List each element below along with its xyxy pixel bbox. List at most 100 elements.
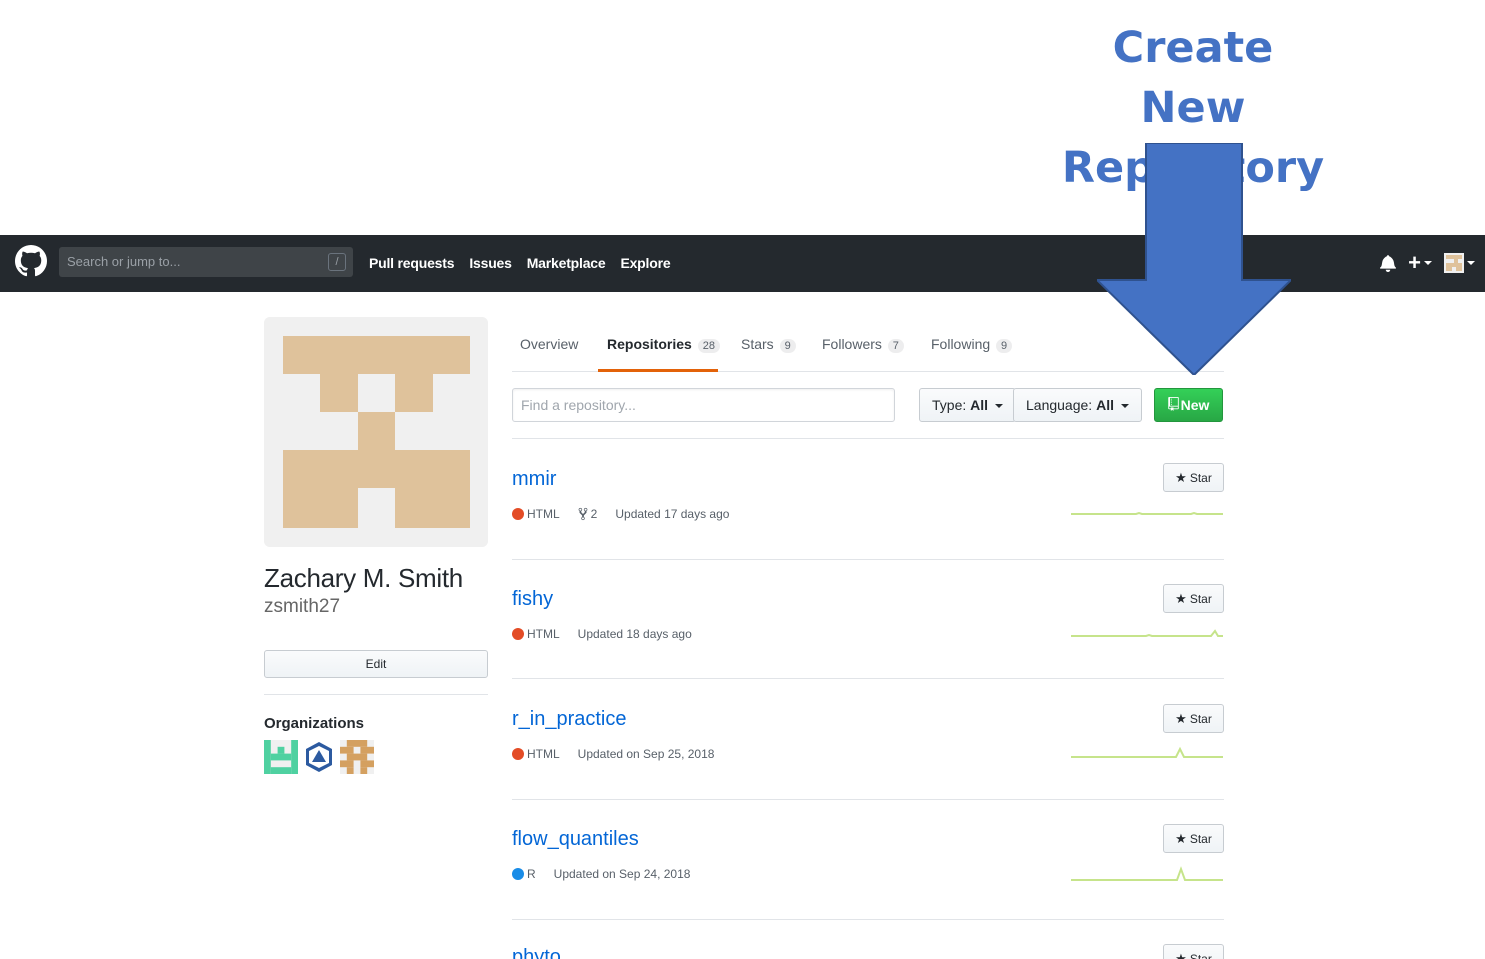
star-button[interactable]: ★ Star [1163, 463, 1224, 492]
language-color-dot [512, 868, 524, 880]
notifications-bell-icon[interactable] [1380, 254, 1397, 272]
repo-forks-link[interactable]: 2 [578, 507, 598, 521]
tab-counter: 9 [779, 339, 796, 353]
language-color-dot [512, 628, 524, 640]
plus-icon: + [1408, 250, 1421, 275]
search-placeholder: Search or jump to... [67, 254, 181, 269]
org-avatar-2[interactable] [302, 740, 336, 774]
star-button[interactable]: ★ Star [1163, 584, 1224, 613]
tab-counter: 28 [697, 339, 720, 353]
chevron-down-icon [1120, 404, 1129, 409]
type-filter-select[interactable]: Type: All [919, 388, 1016, 422]
tab-followers[interactable]: Followers 7 [822, 336, 904, 353]
star-label: Star [1189, 592, 1212, 606]
star-button[interactable]: ★ Star [1163, 824, 1224, 853]
tab-counter: 9 [996, 339, 1013, 353]
chevron-down-icon [994, 404, 1003, 409]
profile-full-name: Zachary M. Smith [264, 563, 463, 593]
divider [512, 919, 1224, 920]
tab-following[interactable]: Following 9 [931, 336, 1013, 353]
repo-link-fishy[interactable]: fishy [512, 588, 553, 611]
annotation-line-1: Create New [1112, 23, 1274, 133]
chevron-down-icon [1467, 261, 1475, 265]
star-button[interactable]: ★ Star [1163, 704, 1224, 733]
divider [264, 694, 488, 695]
type-filter-label: Type: [932, 397, 967, 413]
repo-updated: Updated 17 days ago [615, 507, 730, 521]
divider [512, 799, 1224, 800]
language-filter-label: Language: [1026, 397, 1093, 413]
star-button[interactable]: ★ Star [1163, 944, 1224, 959]
org-avatar-3[interactable] [340, 740, 374, 774]
repo-link-r-in-practice[interactable]: r_in_practice [512, 708, 627, 731]
org-avatar-1[interactable] [264, 740, 298, 774]
fork-icon [578, 507, 588, 521]
search-shortcut-key: / [328, 253, 346, 271]
star-label: Star [1189, 832, 1212, 846]
tab-label: Repositories [607, 336, 692, 352]
repo-meta: HTML Updated on Sep 25, 2018 [512, 747, 714, 761]
star-icon: ★ [1175, 591, 1187, 606]
nav-marketplace[interactable]: Marketplace [527, 255, 606, 271]
repo-fork-count: 2 [590, 507, 598, 521]
repo-icon [1167, 397, 1179, 411]
repo-link-flow-quantiles[interactable]: flow_quantiles [512, 828, 639, 851]
tab-label: Following [931, 336, 991, 352]
activity-sparkline [1071, 866, 1223, 881]
header-actions: + [1380, 250, 1475, 275]
divider [512, 559, 1224, 560]
star-label: Star [1189, 471, 1212, 485]
nav-issues[interactable]: Issues [469, 255, 512, 271]
chevron-down-icon [1424, 261, 1432, 265]
github-logo-icon[interactable] [15, 245, 47, 277]
tab-label: Followers [822, 336, 882, 352]
star-icon: ★ [1175, 951, 1187, 959]
language-color-dot [512, 748, 524, 760]
search-input[interactable]: Search or jump to... / [59, 247, 353, 277]
tab-label: Overview [520, 336, 579, 352]
star-icon: ★ [1175, 711, 1187, 726]
find-repository-input[interactable]: Find a repository... [512, 388, 895, 422]
repo-language: HTML [527, 747, 560, 761]
create-new-menu[interactable]: + [1408, 250, 1432, 275]
activity-sparkline [1071, 629, 1223, 637]
star-icon: ★ [1175, 831, 1187, 846]
profile-username: zsmith27 [264, 596, 341, 617]
divider [512, 678, 1224, 679]
repo-updated: Updated on Sep 25, 2018 [577, 747, 715, 761]
star-label: Star [1189, 712, 1212, 726]
star-icon: ★ [1175, 470, 1187, 485]
selected-tab-underline [598, 369, 718, 372]
tab-counter: 7 [887, 339, 904, 353]
repo-updated: Updated on Sep 24, 2018 [553, 867, 691, 881]
activity-sparkline [1071, 511, 1223, 515]
edit-profile-button[interactable]: Edit [264, 650, 488, 678]
user-avatar-small [1444, 253, 1464, 273]
type-filter-value: All [970, 397, 989, 413]
new-repository-button[interactable]: New [1154, 388, 1223, 422]
tab-repositories[interactable]: Repositories 28 [607, 336, 720, 353]
repo-link-phyto[interactable]: phyto [512, 946, 561, 959]
language-color-dot [512, 508, 524, 520]
repo-meta: HTML 2 Updated 17 days ago [512, 507, 729, 521]
annotation-arrow-icon [1097, 143, 1291, 375]
main-nav: Pull requests Issues Marketplace Explore [369, 255, 671, 271]
repo-updated: Updated 18 days ago [577, 627, 692, 641]
repo-meta: HTML Updated 18 days ago [512, 627, 692, 641]
activity-sparkline [1071, 746, 1223, 758]
repo-link-mmir[interactable]: mmir [512, 468, 556, 491]
repo-language: HTML [527, 507, 560, 521]
nav-explore[interactable]: Explore [620, 255, 670, 271]
tab-stars[interactable]: Stars 9 [741, 336, 796, 353]
language-filter-select[interactable]: Language: All [1013, 388, 1142, 422]
user-menu[interactable] [1444, 253, 1475, 273]
tab-overview[interactable]: Overview [520, 336, 578, 352]
nav-pull-requests[interactable]: Pull requests [369, 255, 455, 271]
repo-language: HTML [527, 627, 560, 641]
new-button-label: New [1180, 397, 1210, 413]
profile-avatar[interactable] [264, 317, 488, 547]
page: Create New Repository Search or jump to.… [0, 0, 1485, 959]
repo-meta: R Updated on Sep 24, 2018 [512, 867, 690, 881]
tab-label: Stars [741, 336, 774, 352]
repo-language: R [527, 867, 536, 881]
